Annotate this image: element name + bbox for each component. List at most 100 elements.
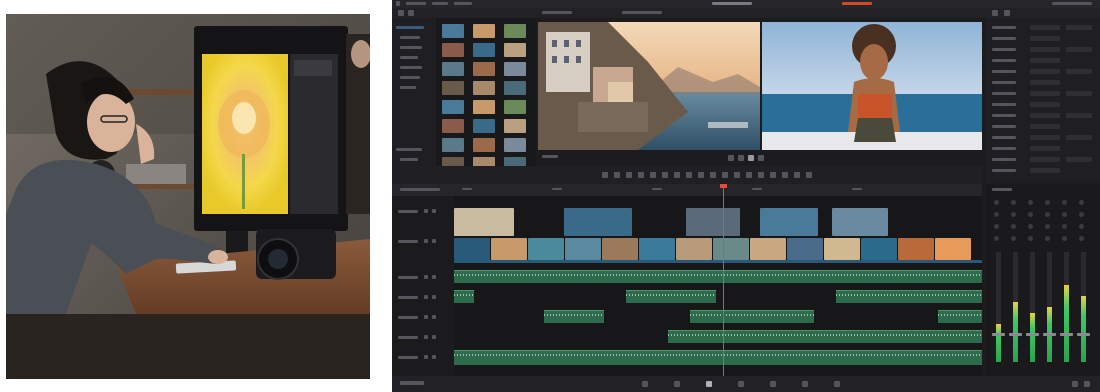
mixer-knob[interactable] (1045, 212, 1050, 217)
playhead-handle[interactable] (720, 184, 727, 188)
media-thumbnail[interactable] (504, 24, 526, 38)
loop-button[interactable] (758, 155, 764, 161)
inspector-value-field[interactable] (1030, 146, 1060, 151)
mixer-knob[interactable] (1028, 236, 1033, 241)
media-thumbnail[interactable] (473, 138, 495, 152)
media-thumbnail[interactable] (473, 119, 495, 133)
timeline-tool-icon[interactable] (686, 172, 692, 178)
menu-file[interactable] (406, 2, 426, 5)
media-thumbnail[interactable] (473, 24, 495, 38)
audio-clip[interactable] (938, 310, 982, 323)
video-clip[interactable] (602, 238, 638, 260)
inspector-value-field[interactable] (1066, 69, 1092, 74)
track-lock-icon[interactable] (424, 315, 428, 319)
mixer-knob[interactable] (1011, 212, 1016, 217)
video-clip[interactable] (528, 238, 564, 260)
video-clip[interactable] (639, 238, 675, 260)
video-clip[interactable] (713, 238, 749, 260)
audio-clip[interactable] (668, 330, 982, 343)
timeline-tool-icon[interactable] (710, 172, 716, 178)
track-mute-icon[interactable] (432, 275, 436, 279)
media-thumbnail[interactable] (504, 138, 526, 152)
media-pool-icon[interactable] (398, 10, 404, 16)
track-lock-icon[interactable] (424, 209, 428, 213)
track-mute-icon[interactable] (432, 315, 436, 319)
timeline-tool-icon[interactable] (770, 172, 776, 178)
fader-handle[interactable] (1026, 333, 1039, 336)
inspector-value-field[interactable] (1030, 80, 1060, 85)
video-clip[interactable] (760, 208, 818, 236)
track-lock-icon[interactable] (424, 295, 428, 299)
fader-handle[interactable] (1043, 333, 1056, 336)
track-mute-icon[interactable] (432, 335, 436, 339)
audio-clip[interactable] (454, 290, 474, 303)
video-clip[interactable] (787, 238, 823, 260)
media-thumbnail[interactable] (473, 81, 495, 95)
playhead[interactable] (723, 184, 724, 376)
mixer-knob[interactable] (994, 200, 999, 205)
fader-handle[interactable] (1060, 333, 1073, 336)
video-clip[interactable] (861, 238, 897, 260)
page-color-icon[interactable] (770, 381, 776, 387)
page-fairlight-icon[interactable] (802, 381, 808, 387)
smart-bin-item[interactable] (400, 158, 418, 161)
media-thumbnail[interactable] (473, 43, 495, 57)
audio-clip[interactable] (454, 350, 982, 365)
inspector-value-field[interactable] (1030, 102, 1060, 107)
video-clip[interactable] (935, 238, 971, 260)
inspector-value-field[interactable] (1066, 157, 1092, 162)
inspector-value-field[interactable] (1066, 91, 1092, 96)
mixer-knob[interactable] (1062, 236, 1067, 241)
media-thumbnail[interactable] (442, 43, 464, 57)
bin-item[interactable] (400, 46, 422, 49)
timeline-tool-icon[interactable] (602, 172, 608, 178)
mixer-knob[interactable] (1045, 200, 1050, 205)
mixer-knob[interactable] (1062, 212, 1067, 217)
audio-clip[interactable] (836, 290, 982, 303)
mixer-knob[interactable] (1011, 200, 1016, 205)
timeline-viewer[interactable] (762, 22, 982, 150)
mixer-knob[interactable] (1062, 224, 1067, 229)
mixer-knob[interactable] (1079, 212, 1084, 217)
page-deliver-icon[interactable] (834, 381, 840, 387)
timeline-tool-icon[interactable] (638, 172, 644, 178)
inspector-value-field[interactable] (1030, 58, 1060, 63)
viewer-mode-selector[interactable] (542, 11, 572, 14)
inspector-value-field[interactable] (1030, 91, 1060, 96)
track-lock-icon[interactable] (424, 355, 428, 359)
video-clip[interactable] (824, 238, 860, 260)
mixer-knob[interactable] (1062, 200, 1067, 205)
bin-item-master[interactable] (396, 26, 424, 29)
effects-icon[interactable] (408, 10, 414, 16)
media-thumbnail[interactable] (504, 62, 526, 76)
mixer-knob[interactable] (1079, 224, 1084, 229)
timeline-tool-icon[interactable] (746, 172, 752, 178)
video-clip[interactable] (898, 238, 934, 260)
mixer-knob[interactable] (1011, 224, 1016, 229)
timeline-tool-icon[interactable] (650, 172, 656, 178)
timeline-tool-icon[interactable] (662, 172, 668, 178)
media-thumbnail[interactable] (442, 62, 464, 76)
fader-handle[interactable] (992, 333, 1005, 336)
track-lock-icon[interactable] (424, 239, 428, 243)
mixer-knob[interactable] (1028, 212, 1033, 217)
inspector-value-field[interactable] (1030, 168, 1060, 173)
mixer-knob[interactable] (994, 224, 999, 229)
media-thumbnail[interactable] (442, 100, 464, 114)
mixer-knob[interactable] (1079, 236, 1084, 241)
media-thumbnail[interactable] (442, 119, 464, 133)
mixer-knob[interactable] (1079, 200, 1084, 205)
menu-view[interactable] (454, 2, 472, 5)
track-mute-icon[interactable] (432, 355, 436, 359)
inspector-value-field[interactable] (1030, 113, 1060, 118)
timeline-tool-icon[interactable] (782, 172, 788, 178)
timeline-tool-icon[interactable] (734, 172, 740, 178)
inspector-value-field[interactable] (1030, 69, 1060, 74)
media-thumbnail[interactable] (473, 62, 495, 76)
inspector-value-field[interactable] (1066, 135, 1092, 140)
media-thumbnail[interactable] (473, 100, 495, 114)
mixer-knob[interactable] (1028, 200, 1033, 205)
video-clip[interactable] (454, 208, 514, 236)
track-lock-icon[interactable] (424, 275, 428, 279)
video-clip[interactable] (676, 238, 712, 260)
